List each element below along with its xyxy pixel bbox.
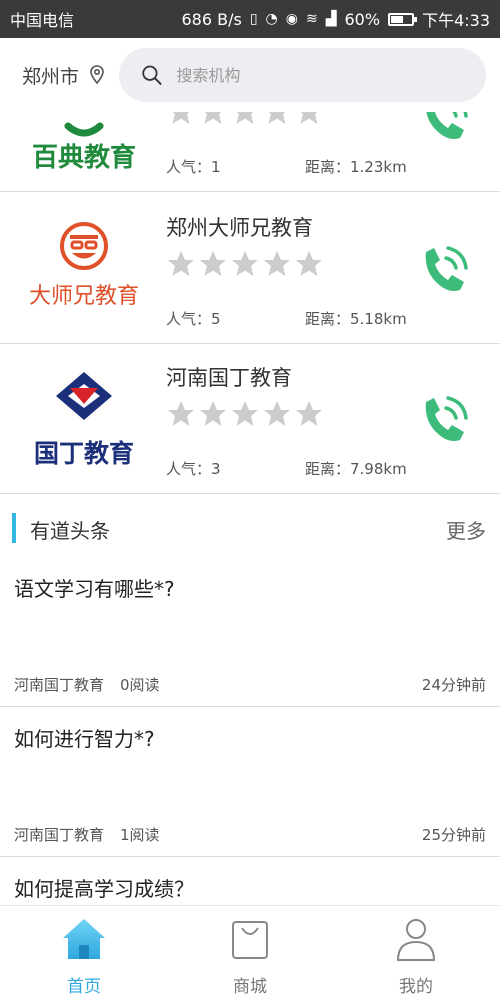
wifi-icon: ≋ (305, 11, 318, 27)
battery-icon (388, 12, 418, 26)
baidian-logo-text: 百典教育 (32, 142, 136, 173)
org-name: 郑州大师兄教育 (166, 216, 313, 240)
star-icon (172, 112, 190, 124)
baidian-logo: 百典教育 (32, 122, 136, 173)
star-icon (200, 251, 226, 276)
search-icon (142, 65, 162, 85)
star-icon (232, 251, 258, 276)
org-distance: 距离：1.23km (305, 158, 407, 176)
user-icon (396, 919, 436, 961)
phone-icon[interactable] (418, 244, 468, 296)
vibrate-icon: ▯ (249, 11, 258, 27)
rating-stars (166, 112, 324, 127)
more-link[interactable]: 更多 (446, 515, 486, 544)
headlines-header: 有道头条 更多 (0, 494, 500, 562)
star-icon (268, 112, 286, 124)
star-icon (236, 112, 254, 124)
battery-percent: 60% (344, 9, 381, 29)
home-icon (63, 919, 105, 959)
rating-stars (166, 249, 324, 279)
shopping-bag-icon (232, 921, 268, 959)
dashixiong-logo: 大师兄教育 (29, 222, 139, 309)
news-title: 语文学习有哪些*? (14, 577, 175, 601)
org-card[interactable]: 百典教育 人气：1 距离：1.23km (0, 112, 500, 192)
eye-icon: ◉ (285, 11, 298, 27)
tab-home[interactable]: 首页 (24, 906, 144, 1000)
content-scroll[interactable]: 百典教育 人气：1 距离：1.23km 大师兄教育 郑州大师兄教育 人气：5 距… (0, 112, 500, 905)
star-icon (264, 401, 290, 426)
star-icon (300, 112, 318, 124)
org-distance: 距离：5.18km (305, 310, 407, 328)
tab-label: 我的 (399, 977, 433, 997)
org-popularity: 人气：3 (166, 460, 221, 478)
star-icon (296, 401, 322, 426)
network-speed: 686 B/s (181, 9, 242, 29)
news-reads: 1阅读 (120, 826, 160, 844)
phone-icon[interactable] (418, 394, 468, 446)
alarm-icon: ◔ (265, 11, 278, 27)
org-card[interactable]: 大师兄教育 郑州大师兄教育 人气：5 距离：5.18km (0, 194, 500, 344)
header: 郑州市 (0, 38, 500, 112)
star-icon (264, 251, 290, 276)
news-title: 如何进行智力*? (14, 727, 155, 751)
rating-stars (166, 399, 324, 429)
tab-label: 首页 (67, 977, 101, 997)
search-input[interactable] (176, 65, 464, 85)
tab-bar: 首页 商城 我的 (0, 905, 500, 1000)
location-pin-icon[interactable] (89, 65, 105, 85)
carrier: 中国电信 (10, 11, 75, 30)
clock: 下午4:33 (422, 11, 490, 30)
tab-mine[interactable]: 我的 (356, 906, 476, 1000)
org-popularity: 人气：1 (166, 158, 221, 176)
news-title: 如何提高学习成绩？ (14, 877, 194, 901)
tab-label: 商城 (233, 977, 267, 997)
news-item[interactable]: 语文学习有哪些*? 河南国丁教育 0阅读 24分钟前 (0, 557, 500, 707)
guoding-logo: 国丁教育 (34, 372, 134, 468)
star-icon (168, 251, 194, 276)
star-icon (204, 112, 222, 124)
news-item[interactable]: 如何进行智力*? 河南国丁教育 1阅读 25分钟前 (0, 707, 500, 857)
section-title: 有道头条 (30, 519, 110, 543)
org-card[interactable]: 国丁教育 河南国丁教育 人气：3 距离：7.98km (0, 344, 500, 494)
news-source: 河南国丁教育 (14, 676, 105, 694)
phone-icon[interactable] (418, 112, 468, 144)
dashixiong-logo-text: 大师兄教育 (29, 284, 139, 309)
status-right: 686 B/s ▯ ◔ ◉ ≋ ▟ 60% 下午4:33 (182, 7, 491, 31)
org-name: 河南国丁教育 (166, 366, 292, 390)
star-icon (200, 401, 226, 426)
star-icon (232, 401, 258, 426)
section-accent-bar (12, 513, 16, 543)
news-source: 河南国丁教育 (14, 826, 105, 844)
star-icon (168, 401, 194, 426)
news-time: 24分钟前 (421, 676, 486, 694)
star-icon (296, 251, 322, 276)
search-bar[interactable] (119, 48, 486, 102)
status-bar: 中国电信 686 B/s ▯ ◔ ◉ ≋ ▟ 60% 下午4:33 (0, 0, 500, 38)
news-item[interactable]: 如何提高学习成绩？ (0, 857, 500, 905)
news-reads: 0阅读 (120, 676, 160, 694)
org-popularity: 人气：5 (166, 310, 221, 328)
guoding-logo-text: 国丁教育 (34, 439, 134, 468)
signal-icon: ▟ (325, 11, 337, 27)
news-time: 25分钟前 (421, 826, 486, 844)
org-distance: 距离：7.98km (305, 460, 407, 478)
tab-shop[interactable]: 商城 (190, 906, 310, 1000)
city-selector[interactable]: 郑州市 (22, 62, 79, 89)
